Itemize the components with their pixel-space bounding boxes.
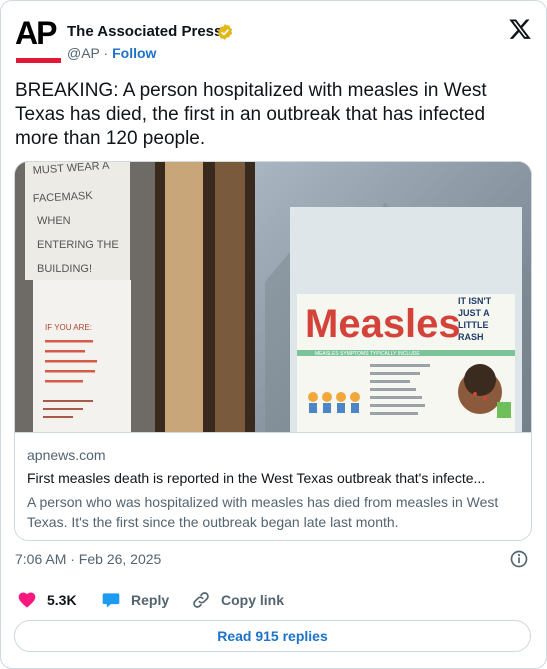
tweet-text: BREAKING: A person hospitalized with mea… bbox=[15, 80, 487, 149]
copy-link-button[interactable]: Copy link bbox=[191, 589, 284, 611]
link-description: A person who was hospitalized with measl… bbox=[27, 494, 499, 530]
reply-button[interactable]: Reply bbox=[101, 589, 169, 611]
reply-bubble-icon bbox=[102, 593, 120, 608]
ap-logo-avatar[interactable]: AP bbox=[15, 15, 63, 63]
poster-tagline-4: RASH bbox=[458, 332, 484, 342]
heart-icon bbox=[18, 592, 36, 608]
follow-button[interactable]: Follow bbox=[112, 45, 156, 61]
author-name[interactable]: The Associated Press bbox=[67, 23, 222, 40]
link-preview-card[interactable]: MUST WEAR A FACEMASK WHEN ENTERING THE B… bbox=[14, 161, 532, 541]
read-replies-button[interactable]: Read 915 replies bbox=[14, 620, 531, 652]
author-handle[interactable]: @AP bbox=[67, 45, 100, 61]
link-title: First measles death is reported in the W… bbox=[27, 470, 486, 486]
poster-tagline-2: JUST A bbox=[458, 308, 490, 318]
verified-badge-icon bbox=[217, 24, 233, 40]
poster-tagline-1: IT ISN'T bbox=[458, 296, 492, 306]
link-icon bbox=[193, 592, 209, 608]
reply-label: Reply bbox=[131, 592, 170, 608]
info-icon[interactable] bbox=[509, 549, 529, 569]
sign-line-5: BUILDING! bbox=[37, 263, 92, 275]
article-photo[interactable]: MUST WEAR A FACEMASK WHEN ENTERING THE B… bbox=[15, 162, 531, 432]
link-domain: apnews.com bbox=[27, 447, 106, 463]
link-info[interactable]: apnews.com First measles death is report… bbox=[15, 432, 531, 540]
tweet-header: AP The Associated Press @AP · Follow bbox=[15, 15, 532, 65]
ap-logo-text: AP bbox=[15, 15, 57, 51]
author-handle-row: @AP · Follow bbox=[67, 45, 156, 61]
ap-logo-bar bbox=[16, 58, 61, 63]
tweet-actions: 5.3K Reply Copy link bbox=[15, 589, 495, 613]
sign-lower-title: IF YOU ARE: bbox=[45, 323, 92, 332]
like-count: 5.3K bbox=[47, 592, 77, 608]
tweet-card: AP The Associated Press @AP · Follow BRE… bbox=[0, 0, 547, 669]
separator-dot: · bbox=[103, 45, 109, 61]
poster-strip: MEASLES SYMPTOMS TYPICALLY INCLUDE bbox=[315, 351, 420, 357]
poster-title: Measles bbox=[305, 302, 461, 346]
sign-line-3: WHEN bbox=[37, 215, 71, 227]
tweet-timestamp[interactable]: 7:06 AM · Feb 26, 2025 bbox=[15, 551, 161, 567]
poster-tagline-3: LITTLE bbox=[458, 320, 489, 330]
sign-line-4: ENTERING THE bbox=[37, 239, 119, 251]
x-logo-icon[interactable] bbox=[508, 17, 532, 41]
like-button[interactable]: 5.3K bbox=[17, 589, 77, 611]
copy-link-label: Copy link bbox=[221, 592, 285, 608]
